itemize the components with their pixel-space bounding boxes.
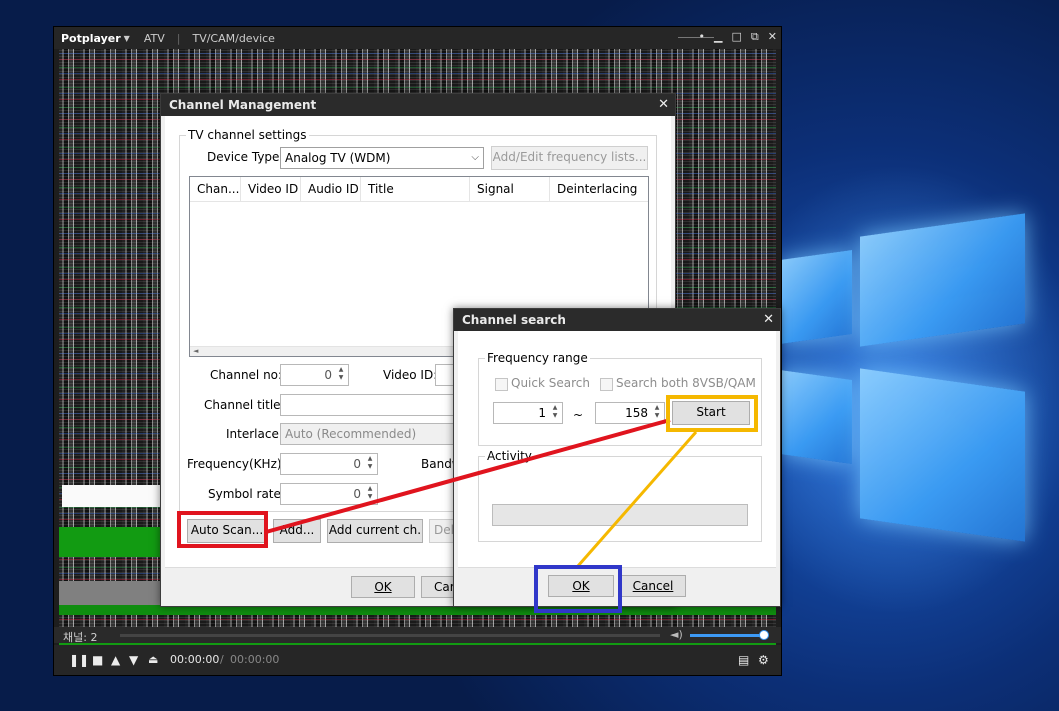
symbol-rate-label: Symbol rate:: [208, 487, 285, 501]
frequency-value: 0: [353, 457, 361, 471]
range-separator: ~: [573, 408, 584, 422]
start-highlight: [666, 395, 758, 432]
settings-icon[interactable]: ⚙: [758, 654, 769, 666]
group-label: Frequency range: [485, 351, 590, 365]
device-type-select[interactable]: Analog TV (WDM) ⌵: [280, 147, 484, 169]
device-type-value: Analog TV (WDM): [285, 151, 391, 165]
cancel-label: Cancel: [632, 579, 674, 593]
range-from-value: 1: [538, 406, 546, 420]
dialog-title: Channel search: [454, 309, 780, 331]
dialog-title: Channel Management: [161, 94, 675, 116]
ok-highlight: [534, 565, 622, 613]
app-menu-button[interactable]: Potplayer: [61, 32, 121, 45]
add-button[interactable]: Add...: [273, 519, 321, 543]
add-current-channel-button[interactable]: Add current ch.: [327, 519, 423, 543]
channel-no-label: Channel no:: [210, 368, 283, 382]
symbol-rate-value: 0: [353, 487, 361, 501]
channel-search-dialog: Channel search ✕ Frequency range Quick S…: [453, 308, 781, 607]
channel-no-field[interactable]: 0 ▲ ▼: [280, 364, 349, 386]
column-header[interactable]: Video ID: [241, 177, 301, 201]
pin-icon[interactable]: •: [699, 30, 706, 44]
cancel-button[interactable]: Cancel: [620, 575, 686, 597]
channel-title-field[interactable]: [280, 394, 465, 416]
title-divider: |: [176, 31, 181, 45]
quick-search-checkbox[interactable]: [495, 378, 508, 391]
window-controls: • ▁ □ ⧉ ✕: [699, 30, 777, 44]
next-icon[interactable]: ▼: [129, 654, 138, 666]
volume-icon[interactable]: ◄): [670, 628, 683, 641]
spinner-icon[interactable]: ▲ ▼: [364, 455, 376, 471]
eject-icon[interactable]: ⏏: [148, 654, 158, 666]
windows-logo: [780, 213, 1040, 545]
playlist-icon[interactable]: ▤: [738, 654, 749, 666]
pause-icon[interactable]: ❚❚: [69, 654, 89, 666]
dialog-body: Frequency range Quick Search Search both…: [458, 331, 776, 602]
channel-title-label: Channel title:: [204, 398, 285, 412]
spinner-icon[interactable]: ▲ ▼: [651, 404, 663, 420]
chevron-down-icon: ⌵: [471, 152, 479, 163]
close-icon[interactable]: ✕: [763, 309, 774, 331]
time-separator: /: [220, 653, 224, 666]
chevron-down-icon[interactable]: ▼: [124, 34, 130, 43]
scroll-left-icon[interactable]: ◄: [190, 347, 198, 355]
time-total: 00:00:00: [230, 653, 280, 666]
quick-search-label: Quick Search: [511, 376, 590, 390]
player-titlebar: Potplayer ▼ ATV | TV/CAM/device • ▁ □ ⧉ …: [54, 27, 781, 49]
column-header[interactable]: Chan...: [190, 177, 241, 201]
interlace-label: Interlace:: [226, 427, 283, 441]
spinner-icon[interactable]: ▲ ▼: [335, 366, 347, 382]
volume-knob[interactable]: [759, 630, 769, 640]
control-bar: ❚❚ ■ ▲ ▼ ⏏ 00:00:00 / 00:00:00 ▤ ⚙: [54, 645, 781, 675]
frequency-field[interactable]: 0 ▲ ▼: [280, 453, 378, 475]
stop-icon[interactable]: ■: [92, 654, 103, 666]
minimize-icon[interactable]: ▁: [714, 30, 722, 44]
column-header[interactable]: Audio ID: [301, 177, 361, 201]
interlace-select[interactable]: Auto (Recommended): [280, 423, 465, 445]
frequency-label: Frequency(KHz):: [187, 457, 286, 471]
close-icon[interactable]: ✕: [658, 94, 669, 116]
range-to-field[interactable]: 158 ▲ ▼: [595, 402, 665, 424]
spinner-icon[interactable]: ▲ ▼: [364, 485, 376, 501]
search-progress-bar: [492, 504, 748, 526]
symbol-rate-field[interactable]: 0 ▲ ▼: [280, 483, 378, 505]
range-to-value: 158: [625, 406, 648, 420]
prev-icon[interactable]: ▲: [111, 654, 120, 666]
time-current: 00:00:00: [170, 653, 220, 666]
column-header[interactable]: Title: [361, 177, 470, 201]
search-both-label: Search both 8VSB/QAM: [616, 376, 756, 390]
ok-label: OK: [374, 580, 392, 594]
spinner-icon[interactable]: ▲ ▼: [549, 404, 561, 420]
range-from-field[interactable]: 1 ▲ ▼: [493, 402, 563, 424]
fullscreen-icon[interactable]: ⧉: [751, 30, 759, 44]
noise-artifact: [62, 485, 162, 507]
close-icon[interactable]: ✕: [768, 30, 777, 44]
seek-row: 채널: 2 ◄): [54, 627, 781, 644]
add-edit-frequency-button[interactable]: Add/Edit frequency lists...: [491, 146, 648, 170]
mode-label[interactable]: ATV: [144, 32, 165, 45]
group-label: TV channel settings: [186, 128, 309, 142]
source-label: TV/CAM/device: [192, 31, 275, 45]
channel-status: 채널: 2: [63, 631, 98, 644]
column-header[interactable]: Signal: [470, 177, 550, 201]
volume-slider[interactable]: [690, 634, 762, 637]
auto-scan-highlight: [177, 511, 268, 548]
seek-bar[interactable]: [120, 634, 660, 637]
search-both-checkbox[interactable]: [600, 378, 613, 391]
channel-no-value: 0: [324, 368, 332, 382]
maximize-icon[interactable]: □: [732, 30, 742, 44]
column-header[interactable]: Deinterlacing: [550, 177, 648, 201]
ok-button[interactable]: OK: [351, 576, 415, 598]
activity-group: Activity: [478, 449, 762, 542]
video-id-label: Video ID:: [383, 368, 438, 382]
group-label: Activity: [485, 449, 534, 463]
device-type-label: Device Type:: [207, 150, 284, 164]
channel-list-header: Chan... Video ID Audio ID Title Signal D…: [190, 177, 648, 202]
